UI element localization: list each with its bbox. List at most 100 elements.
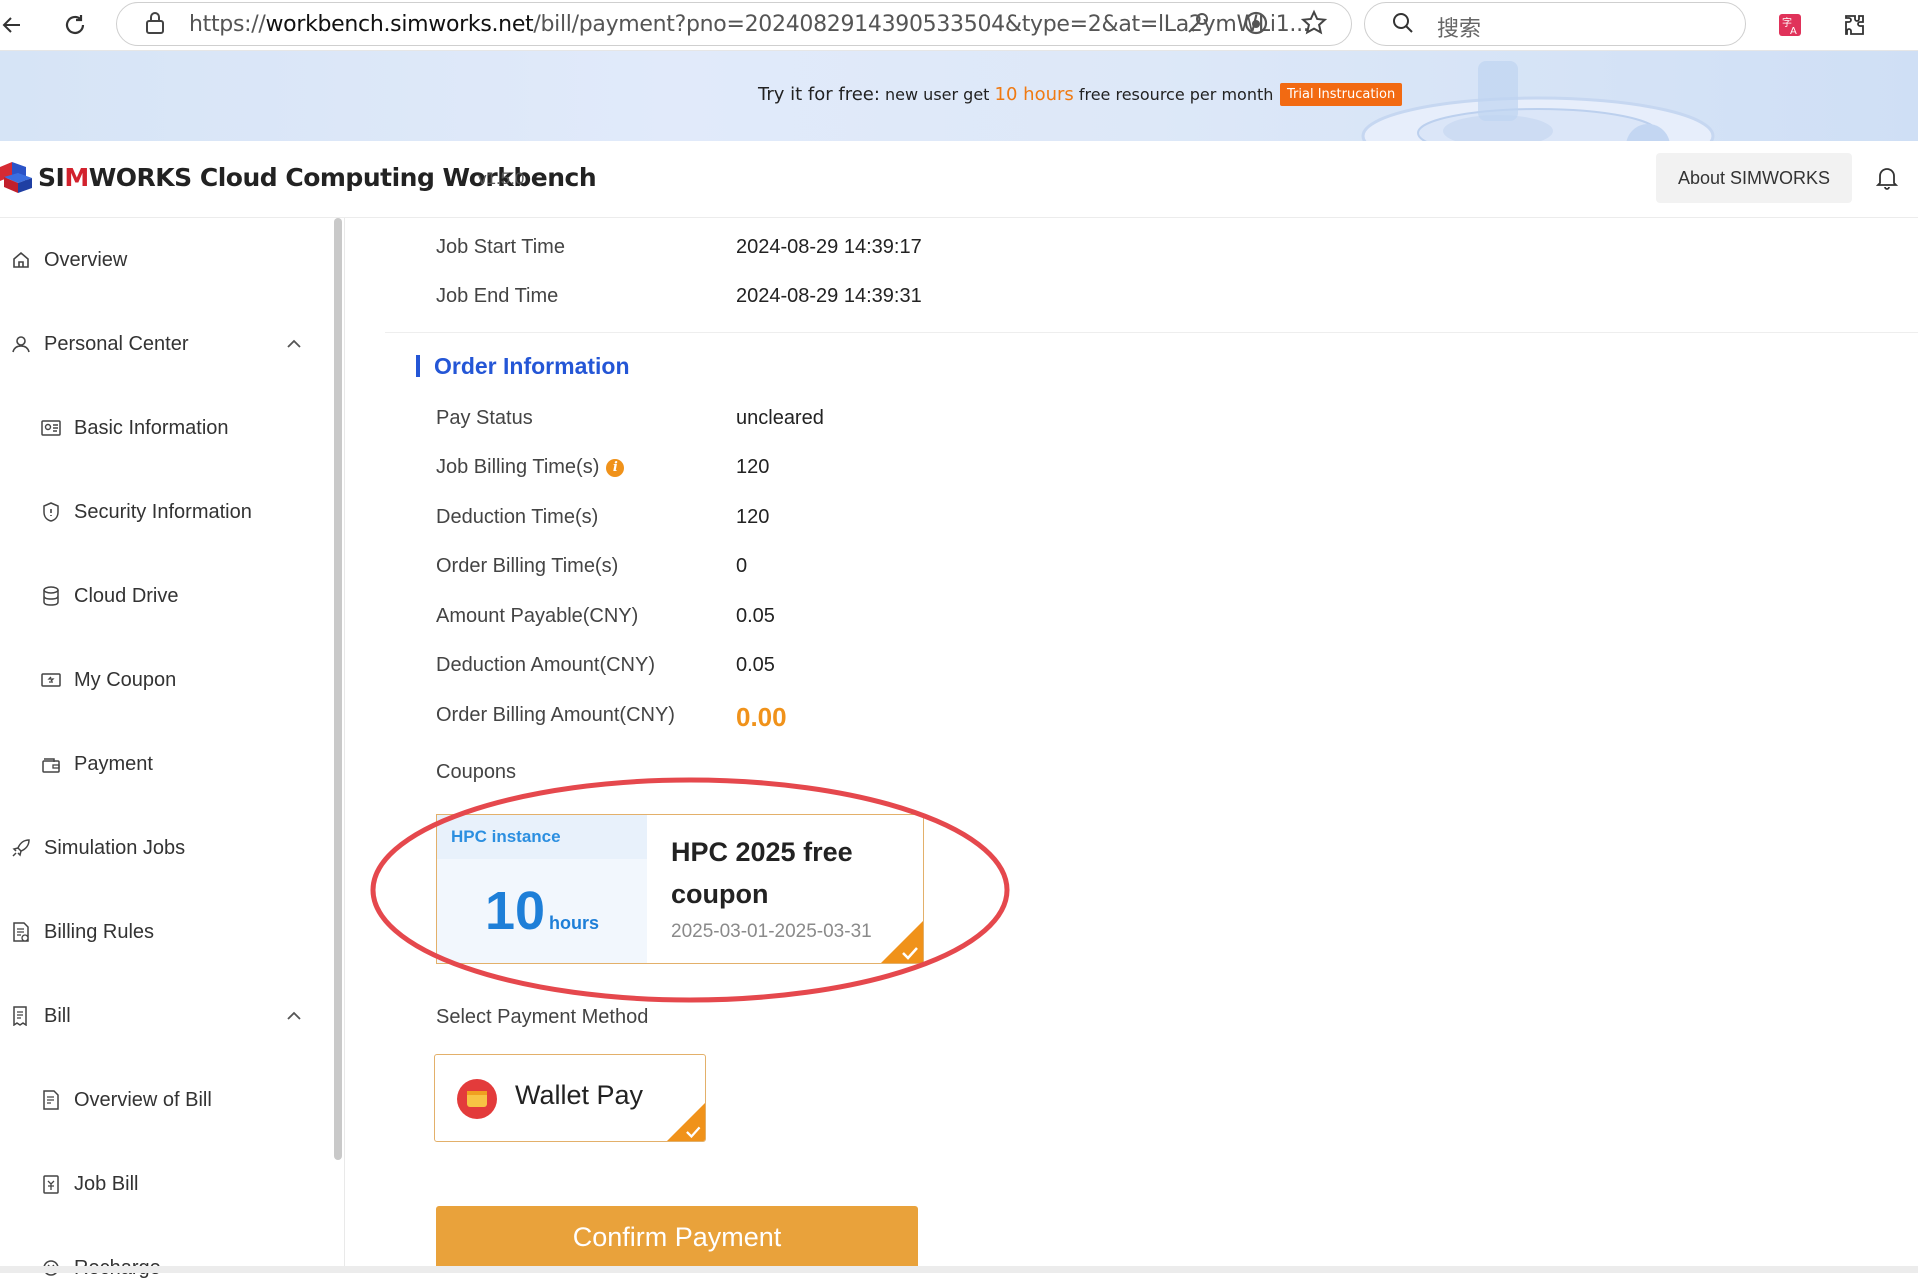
sidebar-item-label: Billing Rules: [44, 920, 155, 943]
favorite-star-icon[interactable]: [1299, 6, 1329, 40]
lock-icon[interactable]: [141, 6, 169, 40]
sidebar-scrollbar[interactable]: [334, 218, 342, 1160]
wallet-icon: [40, 753, 62, 775]
amount-payable-value: 0.05: [736, 605, 775, 627]
sidebar-item-label: Payment: [74, 752, 153, 775]
sidebar-item-billing-rules[interactable]: Billing Rules: [0, 912, 330, 952]
job-start-time-label: Job Start Time: [436, 236, 565, 258]
coupon-validity: 2025-03-01-2025-03-31: [671, 921, 872, 942]
bill-overview-icon: [40, 1089, 62, 1111]
payment-detail-panel: Job Start Time 2024-08-29 14:39:17 Job E…: [370, 218, 1918, 1268]
wallet-pay-option[interactable]: Wallet Pay: [434, 1054, 706, 1142]
coupon-unit: hours: [549, 913, 600, 933]
confirm-payment-button[interactable]: Confirm Payment: [436, 1206, 918, 1268]
sidebar-item-basic-information[interactable]: Basic Information: [0, 408, 360, 448]
browser-toolbar: https://workbench.simworks.net/bill/paym…: [0, 0, 1918, 51]
key-icon[interactable]: [1183, 6, 1213, 40]
banner-cloud-illustration: [1361, 61, 1715, 141]
order-information-title: Order Information: [416, 355, 630, 378]
wallet-pay-label: Wallet Pay: [515, 1080, 644, 1110]
coupon-ticket-icon: [40, 669, 62, 691]
deduction-amount-label: Deduction Amount(CNY): [436, 654, 655, 676]
deduction-time-value: 120: [736, 506, 770, 528]
sidebar-item-my-coupon[interactable]: My Coupon: [0, 660, 360, 700]
sidebar-item-label: Basic Information: [74, 416, 229, 439]
coupon-type-tag: HPC instance: [451, 827, 561, 846]
sidebar-item-personal-center[interactable]: Personal Center: [0, 324, 330, 364]
shield-icon: [40, 501, 62, 523]
deduction-amount-value: 0.05: [736, 654, 775, 676]
order-billing-amount-value: 0.00: [736, 702, 787, 732]
back-arrow-icon[interactable]: [0, 8, 22, 42]
deduction-time-label: Deduction Time(s): [436, 506, 599, 528]
promo-banner: Try it for free: new user get 10 hours f…: [0, 51, 1918, 141]
selected-check-icon: [667, 1103, 705, 1141]
sidebar-item-label: Security Information: [74, 500, 252, 523]
job-start-time-value: 2024-08-29 14:39:17: [736, 236, 922, 258]
translate-icon[interactable]: 字A: [1776, 8, 1804, 42]
home-icon: [10, 249, 32, 271]
coupon-name: HPC 2025 free coupon: [671, 837, 853, 909]
notification-bell-icon[interactable]: [1876, 165, 1898, 191]
sidebar-item-label: Cloud Drive: [74, 584, 179, 607]
sidebar-item-label: My Coupon: [74, 668, 177, 691]
sidebar-item-label: Job Bill: [74, 1172, 139, 1195]
banner-promo-text: Try it for free: new user get 10 hours f…: [758, 84, 1274, 105]
chevron-up-icon[interactable]: [286, 1011, 302, 1021]
browser-search-box[interactable]: 搜索: [1364, 2, 1746, 46]
sidebar-divider: [344, 218, 345, 1268]
sidebar-item-overview-of-bill[interactable]: Overview of Bill: [0, 1080, 360, 1120]
coupon-amount: 10: [485, 881, 546, 941]
rocket-icon: [10, 837, 32, 859]
trial-instruction-button[interactable]: Trial Instrucation: [1280, 83, 1403, 106]
coupon-amount-panel: HPC instance 10 hours: [437, 815, 647, 963]
job-end-time-value: 2024-08-29 14:39:31: [736, 285, 922, 307]
section-divider: [385, 332, 1918, 333]
order-billing-time-value: 0: [736, 555, 748, 577]
reload-icon[interactable]: [58, 8, 92, 42]
extensions-icon[interactable]: [1840, 8, 1870, 42]
billing-document-icon: [10, 921, 32, 943]
order-billing-amount-label: Order Billing Amount(CNY): [436, 704, 675, 726]
app-header: SIMWORKS Cloud Computing Workbench v1.5.…: [0, 141, 1918, 218]
job-billing-time-value: 120: [736, 456, 770, 478]
sidebar-item-label: Personal Center: [44, 332, 189, 355]
amount-payable-label: Amount Payable(CNY): [436, 605, 639, 627]
svg-text:A: A: [1790, 26, 1797, 37]
job-end-time-label: Job End Time: [436, 285, 559, 307]
search-icon: [1389, 6, 1417, 40]
chevron-up-icon[interactable]: [286, 339, 302, 349]
sidebar-item-label: Simulation Jobs: [44, 836, 186, 859]
sidebar-item-bill[interactable]: Bill: [0, 996, 330, 1036]
sidebar-item-label: Bill: [44, 1004, 71, 1027]
simworks-logo: [0, 162, 32, 193]
pay-status-value: uncleared: [736, 407, 824, 429]
sidebar-item-payment[interactable]: Payment: [0, 744, 360, 784]
job-billing-time-label: Job Billing Time(s): [436, 456, 600, 478]
sidebar-item-overview[interactable]: Overview: [0, 240, 330, 280]
sidebar-item-job-bill[interactable]: Job Bill: [0, 1164, 360, 1204]
selected-check-icon: [881, 921, 923, 963]
search-placeholder: 搜索: [1437, 17, 1482, 42]
address-bar[interactable]: https://workbench.simworks.net/bill/paym…: [116, 2, 1352, 46]
sidebar-item-simulation-jobs[interactable]: Simulation Jobs: [0, 828, 330, 868]
url-text: https://workbench.simworks.net/bill/paym…: [189, 12, 1310, 37]
id-card-icon: [40, 417, 62, 439]
job-billing-time-row: Job Billing Time(s) i: [436, 456, 625, 486]
select-payment-method-label: Select Payment Method: [436, 1006, 649, 1028]
app-version: v1.5.0: [478, 169, 525, 188]
user-icon: [10, 333, 32, 355]
job-bill-icon: [40, 1173, 62, 1195]
bill-icon: [10, 1005, 32, 1027]
pay-status-label: Pay Status: [436, 407, 533, 429]
about-simworks-button[interactable]: About SIMWORKS: [1656, 153, 1852, 203]
sidebar-item-cloud-drive[interactable]: Cloud Drive: [0, 576, 360, 616]
sidebar-nav: Overview Personal Center Basic Informati…: [0, 218, 338, 1279]
edge-refresh-icon[interactable]: [1241, 6, 1271, 40]
coupon-card[interactable]: HPC instance 10 hours HPC 2025 free coup…: [436, 814, 924, 964]
window-bottom-edge: [0, 1266, 1918, 1273]
info-icon[interactable]: i: [606, 458, 625, 477]
sidebar-item-label: Overview of Bill: [74, 1088, 212, 1111]
sidebar-item-label: Overview: [44, 248, 128, 271]
sidebar-item-security-information[interactable]: Security Information: [0, 492, 360, 532]
